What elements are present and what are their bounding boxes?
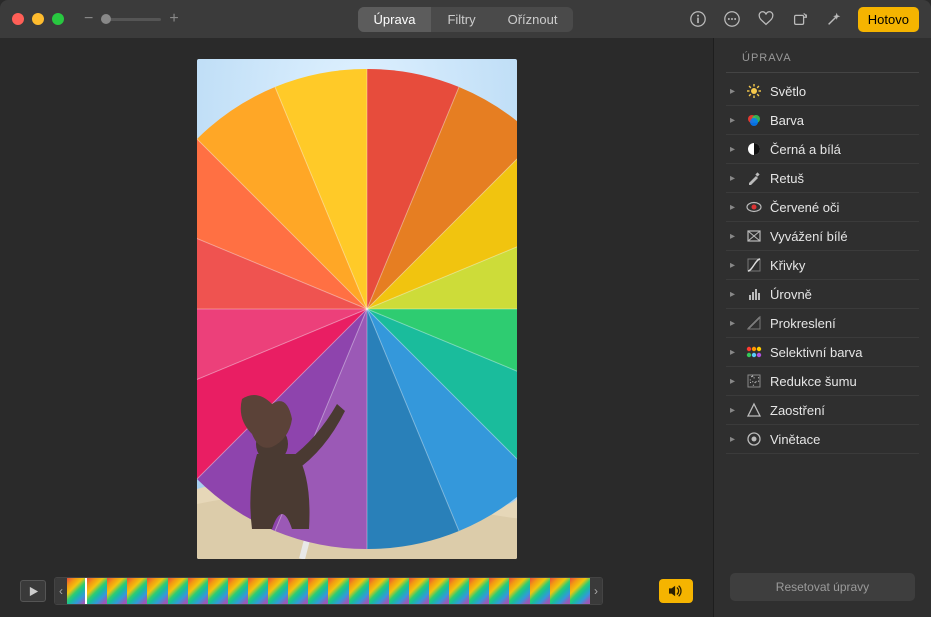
window-zoom[interactable]: [52, 13, 64, 25]
adjustment-label: Retuš: [770, 171, 804, 186]
vignette-icon: [746, 431, 762, 447]
main-area: ‹ ›: [0, 38, 931, 617]
adjustment-row-vignette[interactable]: ▸ Vinětace: [726, 425, 919, 454]
redeye-icon: [746, 199, 762, 215]
adjustment-label: Barva: [770, 113, 804, 128]
speaker-icon: [666, 584, 686, 598]
chevron-right-icon: ▸: [730, 115, 738, 126]
curves-icon: [746, 257, 762, 273]
playhead[interactable]: [85, 578, 87, 604]
chevron-right-icon: ▸: [730, 202, 738, 213]
adjustments-sidebar: ÚPRAVA ▸Světlo▸Barva▸Černá a bílá▸Retuš▸…: [713, 38, 931, 617]
enhance-icon[interactable]: [824, 9, 844, 29]
toolbar-right: Hotovo: [688, 7, 919, 32]
filmstrip-frames: [67, 578, 590, 604]
trim-handle-right[interactable]: ›: [590, 578, 602, 604]
adjustment-label: Vyvážení bílé: [770, 229, 848, 244]
tab-adjust[interactable]: Úprava: [358, 7, 432, 32]
zoom-out-icon: −: [84, 10, 93, 28]
playback-bar: ‹ ›: [0, 569, 713, 617]
chevron-right-icon: ▸: [730, 347, 738, 358]
noise-icon: [746, 373, 762, 389]
play-button[interactable]: [20, 580, 46, 602]
titlebar: − + Úprava Filtry Oříznout Hotovo: [0, 0, 931, 38]
mode-tabs: Úprava Filtry Oříznout: [358, 7, 574, 32]
chevron-right-icon: ▸: [730, 231, 738, 242]
done-button[interactable]: Hotovo: [858, 7, 919, 32]
selectivecolor-icon: [746, 344, 762, 360]
more-icon[interactable]: [722, 9, 742, 29]
canvas-area: ‹ ›: [0, 38, 713, 617]
definition-icon: [746, 315, 762, 331]
rotate-icon[interactable]: [790, 9, 810, 29]
chevron-right-icon: ▸: [730, 173, 738, 184]
filmstrip[interactable]: ‹ ›: [54, 577, 603, 605]
adjustment-label: Černá a bílá: [770, 142, 841, 157]
adjustment-row-noise[interactable]: ▸ Redukce šumu: [726, 367, 919, 396]
adjustment-label: Selektivní barva: [770, 345, 863, 360]
trim-handle-left[interactable]: ‹: [55, 578, 67, 604]
adjustment-label: Světlo: [770, 84, 806, 99]
photo-viewport: [0, 38, 713, 569]
tab-filters[interactable]: Filtry: [431, 7, 491, 32]
adjustment-row-whitebalance[interactable]: ▸ Vyvážení bílé: [726, 222, 919, 251]
adjustment-row-retouch[interactable]: ▸ Retuš: [726, 164, 919, 193]
chevron-right-icon: ▸: [730, 405, 738, 416]
play-icon: [28, 586, 39, 597]
retouch-icon: [746, 170, 762, 186]
tab-crop[interactable]: Oříznout: [492, 7, 574, 32]
zoom-track[interactable]: [101, 18, 161, 21]
reset-adjustments-button[interactable]: Resetovat úpravy: [730, 573, 915, 601]
color-icon: [746, 112, 762, 128]
zoom-thumb[interactable]: [101, 14, 111, 24]
bw-icon: [746, 141, 762, 157]
adjustment-row-redeye[interactable]: ▸ Červené oči: [726, 193, 919, 222]
sidebar-title: ÚPRAVA: [726, 48, 919, 73]
adjustments-list: ▸ Světlo ▸ Barva ▸ Černá a bílá ▸ Retuš ▸ Červené…: [714, 77, 931, 559]
adjustment-label: Vinětace: [770, 432, 820, 447]
window-minimize[interactable]: [32, 13, 44, 25]
adjustment-label: Křivky: [770, 258, 805, 273]
adjustment-row-sharpen[interactable]: ▸ Zaostření: [726, 396, 919, 425]
traffic-lights: [12, 13, 64, 25]
info-icon[interactable]: [688, 9, 708, 29]
chevron-right-icon: ▸: [730, 434, 738, 445]
window-close[interactable]: [12, 13, 24, 25]
zoom-in-icon: +: [169, 10, 178, 28]
chevron-right-icon: ▸: [730, 144, 738, 155]
sharpen-icon: [746, 402, 762, 418]
adjustment-label: Zaostření: [770, 403, 825, 418]
chevron-right-icon: ▸: [730, 289, 738, 300]
adjustment-row-levels[interactable]: ▸ Úrovně: [726, 280, 919, 309]
chevron-right-icon: ▸: [730, 260, 738, 271]
audio-button[interactable]: [659, 579, 693, 603]
zoom-slider[interactable]: − +: [84, 10, 179, 28]
photo: [197, 59, 517, 559]
adjustment-row-bw[interactable]: ▸ Černá a bílá: [726, 135, 919, 164]
adjustment-row-light[interactable]: ▸ Světlo: [726, 77, 919, 106]
levels-icon: [746, 286, 762, 302]
adjustment-label: Úrovně: [770, 287, 812, 302]
adjustment-row-selectivecolor[interactable]: ▸ Selektivní barva: [726, 338, 919, 367]
adjustment-row-curves[interactable]: ▸ Křivky: [726, 251, 919, 280]
adjustment-label: Červené oči: [770, 200, 839, 215]
chevron-right-icon: ▸: [730, 86, 738, 97]
light-icon: [746, 83, 762, 99]
adjustment-row-definition[interactable]: ▸ Prokreslení: [726, 309, 919, 338]
chevron-right-icon: ▸: [730, 376, 738, 387]
photo-content: [197, 59, 517, 559]
chevron-right-icon: ▸: [730, 318, 738, 329]
favorite-icon[interactable]: [756, 9, 776, 29]
whitebalance-icon: [746, 228, 762, 244]
adjustment-label: Redukce šumu: [770, 374, 857, 389]
adjustment-row-color[interactable]: ▸ Barva: [726, 106, 919, 135]
adjustment-label: Prokreslení: [770, 316, 836, 331]
